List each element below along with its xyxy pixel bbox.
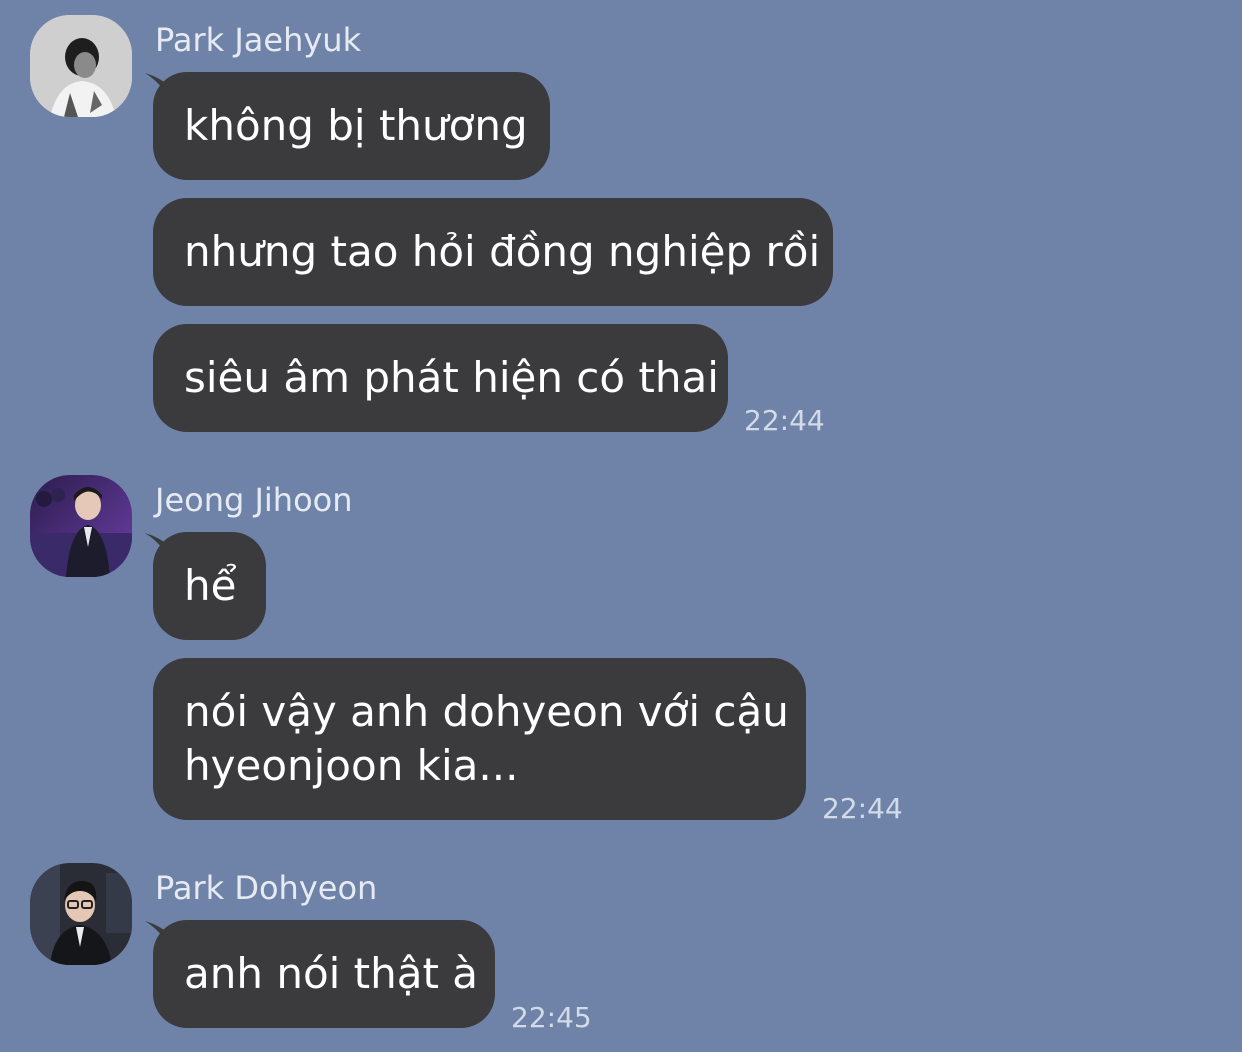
message-text: hể <box>184 561 237 610</box>
message-timestamp: 22:44 <box>822 792 903 825</box>
avatar-park-jaehyuk[interactable] <box>30 15 132 117</box>
sender-name: Jeong Jihoon <box>155 481 353 519</box>
profile-photo-icon <box>30 15 132 117</box>
message-text: siêu âm phát hiện có thai <box>184 353 719 402</box>
message-bubble[interactable]: anh nói thật à <box>153 920 495 1028</box>
message-text: không bị thương <box>184 101 528 150</box>
message-bubble[interactable]: không bị thương <box>153 72 550 180</box>
avatar-jeong-jihoon[interactable] <box>30 475 132 577</box>
message-timestamp: 22:45 <box>511 1001 592 1034</box>
avatar-park-dohyeon[interactable] <box>30 863 132 965</box>
message-timestamp: 22:44 <box>744 404 825 437</box>
message-text-line: nói vậy anh dohyeon với cậu <box>184 687 789 736</box>
message-text-line: hyeonjoon kia... <box>184 741 519 790</box>
message-text: anh nói thật à <box>184 949 479 998</box>
message-bubble[interactable]: hể <box>153 532 266 640</box>
sender-name: Park Jaehyuk <box>155 21 362 59</box>
message-bubble[interactable]: siêu âm phát hiện có thai <box>153 324 728 432</box>
sender-name: Park Dohyeon <box>155 869 378 907</box>
profile-photo-icon <box>30 863 132 965</box>
message-bubble[interactable]: nhưng tao hỏi đồng nghiệp rồi <box>153 198 833 306</box>
message-bubble[interactable]: nói vậy anh dohyeon với cậu hyeonjoon ki… <box>153 658 806 820</box>
profile-photo-icon <box>30 475 132 577</box>
message-text: nhưng tao hỏi đồng nghiệp rồi <box>184 227 821 276</box>
